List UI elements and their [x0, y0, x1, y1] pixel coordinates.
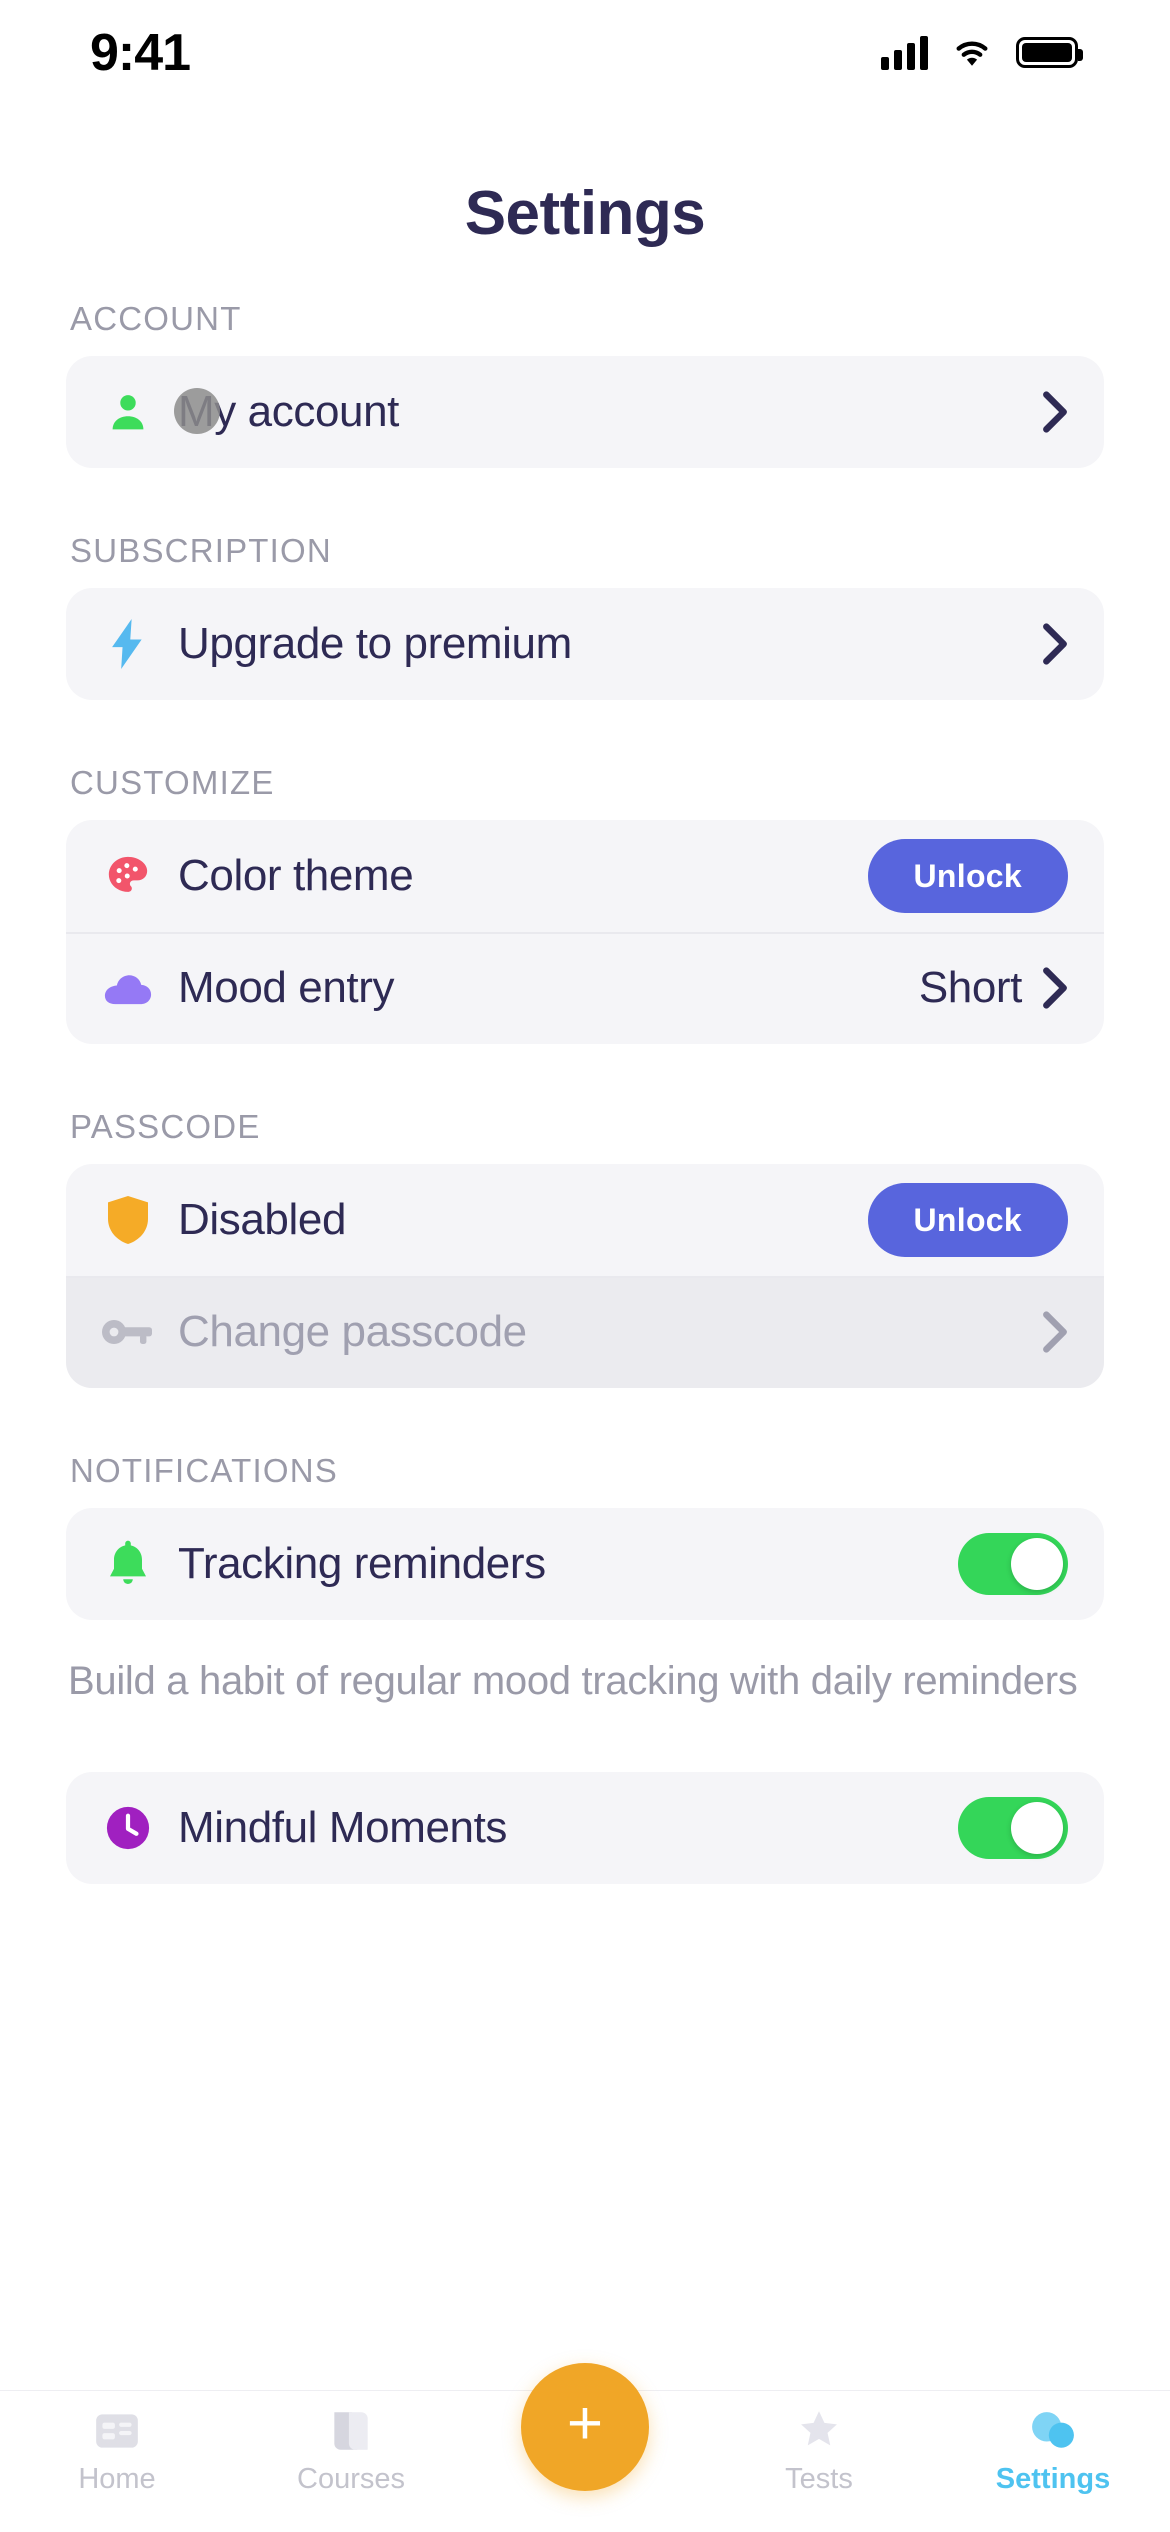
tab-label: Tests [785, 2463, 853, 2495]
wifi-icon [956, 40, 988, 66]
section-label-passcode: PASSCODE [70, 1108, 261, 1145]
settings-row-my-account[interactable]: My account [66, 356, 1104, 468]
status-bar: 9:41 [0, 0, 1170, 105]
unlock-color-theme-button[interactable]: Unlock [867, 839, 1068, 913]
settings-row-label: Mindful Moments [178, 1803, 508, 1852]
settings-row-upgrade-to-premium[interactable]: Upgrade to premium [66, 588, 1104, 700]
settings-row-change-passcode: Change passcode [66, 1276, 1104, 1388]
plus-icon: + [566, 2389, 604, 2458]
courses-icon [323, 2405, 379, 2457]
subscription-card: Upgrade to premium [66, 588, 1104, 700]
settings-row-tracking-reminders[interactable]: Tracking reminders [66, 1508, 1104, 1620]
settings-screen: 9:41 Settings ACCOUNT My account SUBSCRI… [0, 0, 1170, 2532]
account-card: My account [66, 356, 1104, 468]
settings-row-label: Mood entry [178, 963, 395, 1012]
tab-label: Settings [995, 2463, 1111, 2495]
mood-entry-value: Short [918, 963, 1023, 1012]
tab-courses[interactable]: Courses [234, 2405, 468, 2496]
settings-row-label: Tracking reminders [178, 1539, 546, 1588]
key-icon [100, 1318, 156, 1346]
unlock-passcode-button[interactable]: Unlock [867, 1183, 1068, 1257]
section-label-notifications: NOTIFICATIONS [70, 1452, 338, 1489]
customize-card: Color theme Unlock Mood entry Short [66, 820, 1104, 1044]
person-icon [100, 389, 156, 435]
tab-label: Courses [297, 2463, 405, 2495]
mindful-moments-card: Mindful Moments [66, 1772, 1104, 1884]
settings-list[interactable]: ACCOUNT My account SUBSCRIPTION Upgrade … [0, 300, 1170, 2390]
settings-row-color-theme[interactable]: Color theme Unlock [66, 820, 1104, 932]
chevron-right-icon [1043, 967, 1067, 1009]
battery-icon [1016, 37, 1083, 68]
tab-center-slot: + [468, 2363, 702, 2491]
shield-icon [100, 1196, 156, 1244]
settings-row-label: Upgrade to premium [178, 619, 572, 668]
home-icon [89, 2405, 145, 2457]
settings-row-mood-entry[interactable]: Mood entry Short [66, 932, 1104, 1044]
settings-icon [1025, 2405, 1081, 2457]
tab-home[interactable]: Home [0, 2405, 234, 2496]
settings-row-label: Disabled [178, 1195, 347, 1244]
cellular-signal-icon [881, 35, 928, 70]
tab-settings[interactable]: Settings [936, 2405, 1170, 2496]
settings-row-mindful-moments[interactable]: Mindful Moments [66, 1772, 1104, 1884]
tests-icon [791, 2405, 847, 2457]
settings-row-label: Color theme [178, 851, 414, 900]
page-title: Settings [464, 179, 706, 248]
mindful-moments-toggle[interactable] [958, 1797, 1068, 1859]
settings-row-passcode-status[interactable]: Disabled Unlock [66, 1164, 1104, 1276]
lightning-bolt-icon [100, 619, 156, 669]
bottom-tab-bar: Home Courses + Tests Settings [0, 2363, 1170, 2532]
chevron-right-icon [1043, 1311, 1067, 1353]
section-label-customize: CUSTOMIZE [70, 764, 275, 801]
chevron-right-icon [1043, 391, 1067, 433]
settings-row-label: Change passcode [178, 1307, 527, 1356]
cloud-icon [100, 969, 156, 1007]
passcode-card: Disabled Unlock Change passcode [66, 1164, 1104, 1388]
tracking-reminders-toggle[interactable] [958, 1533, 1068, 1595]
settings-row-label: My account [178, 387, 399, 436]
tracking-reminders-helper-text: Build a habit of regular mood tracking w… [68, 1659, 1078, 1703]
palette-icon [100, 853, 156, 899]
add-button[interactable]: + [521, 2363, 649, 2491]
status-icons [881, 35, 1083, 70]
section-label-subscription: SUBSCRIPTION [70, 532, 332, 569]
status-time: 9:41 [90, 23, 191, 82]
bell-icon [100, 1540, 156, 1588]
tab-tests[interactable]: Tests [702, 2405, 936, 2496]
section-label-account: ACCOUNT [70, 300, 242, 337]
notifications-card: Tracking reminders [66, 1508, 1104, 1620]
tab-label: Home [78, 2463, 156, 2495]
chevron-right-icon [1043, 623, 1067, 665]
clock-icon [100, 1805, 156, 1851]
